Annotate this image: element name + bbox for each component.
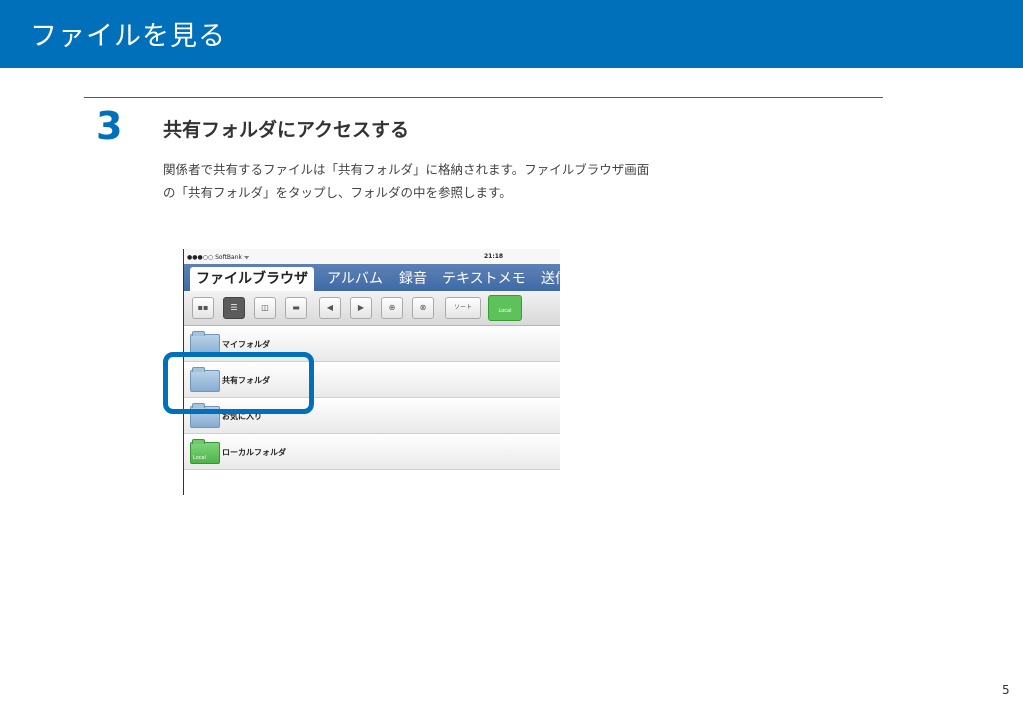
page-number: 5 bbox=[1002, 683, 1010, 697]
file-toolbar: ▪▪ ☰ ◫ ▬ ◀ ▶ ⊕ ⊗ ソート Local bbox=[184, 291, 560, 326]
back-arrow-icon[interactable]: ◀ bbox=[319, 297, 341, 319]
highlight-frame bbox=[163, 352, 314, 414]
column-view-icon[interactable]: ◫ bbox=[254, 297, 276, 319]
add-folder-icon[interactable]: ⊕ bbox=[381, 297, 403, 319]
cover-view-icon[interactable]: ▬ bbox=[285, 297, 307, 319]
local-folder-icon: Local bbox=[190, 439, 220, 464]
clock-label: 21:18 bbox=[484, 253, 504, 260]
tab-send[interactable]: 送信 bbox=[541, 268, 560, 288]
step-description-line-2: の「共有フォルダ」をタップし、フォルダの中を参照します。 bbox=[163, 185, 512, 200]
step-title: 共有フォルダにアクセスする bbox=[163, 119, 410, 141]
page-title: ファイルを見る bbox=[30, 21, 226, 52]
step-description-line-1: 関係者で共有するファイルは「共有フォルダ」に格納されます。ファイルブラウザ画面 bbox=[163, 162, 650, 177]
forward-arrow-icon[interactable]: ▶ bbox=[350, 297, 372, 319]
list-view-icon[interactable]: ☰ bbox=[223, 297, 245, 319]
tab-recording[interactable]: 録音 bbox=[399, 268, 427, 288]
tab-text-memo[interactable]: テキストメモ bbox=[442, 268, 526, 288]
sort-button[interactable]: ソート bbox=[445, 297, 481, 319]
folder-label: ローカルフォルダ bbox=[222, 448, 286, 457]
grid-view-icon[interactable]: ▪▪ bbox=[192, 297, 214, 319]
status-bar: ●●●○○ SoftBank ᯤ 21:18 bbox=[184, 249, 560, 264]
folder-row-local[interactable]: Local ローカルフォルダ bbox=[184, 434, 560, 470]
carrier-label: ●●●○○ SoftBank ᯤ bbox=[187, 254, 250, 261]
tab-album[interactable]: アルバム bbox=[327, 268, 383, 288]
delete-folder-icon[interactable]: ⊗ bbox=[412, 297, 434, 319]
local-icon-label: Local bbox=[193, 455, 206, 461]
section-divider bbox=[84, 97, 883, 98]
step-number: 3 bbox=[96, 104, 123, 148]
app-tab-bar: ファイルブラウザ アルバム 録音 テキストメモ 送信 bbox=[184, 264, 560, 291]
folder-label: マイフォルダ bbox=[222, 340, 270, 349]
page-header: ファイルを見る bbox=[0, 0, 1023, 68]
tab-file-browser[interactable]: ファイルブラウザ bbox=[190, 267, 314, 291]
step-description: 関係者で共有するファイルは「共有フォルダ」に格納されます。ファイルブラウザ画面 … bbox=[163, 158, 763, 204]
local-folder-icon[interactable]: Local bbox=[488, 295, 522, 321]
